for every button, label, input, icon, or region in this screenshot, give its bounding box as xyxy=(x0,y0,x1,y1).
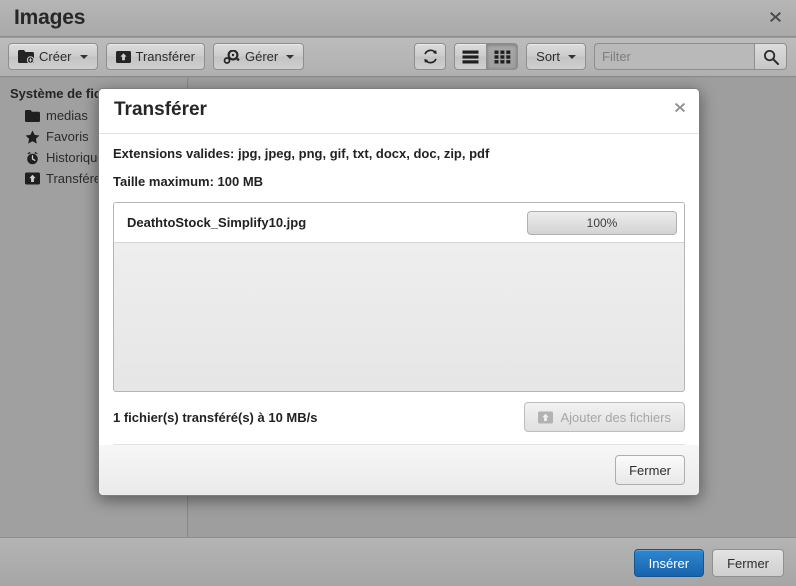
star-icon xyxy=(25,130,40,144)
sidebar-item-label: Transférer xyxy=(46,171,106,186)
folder-icon xyxy=(25,109,40,122)
modal-body: Extensions valides: jpg, jpeg, png, gif,… xyxy=(99,134,699,445)
sidebar-item-label: medias xyxy=(46,108,88,123)
refresh-icon xyxy=(423,49,437,64)
add-files-label: Ajouter des fichiers xyxy=(560,409,671,425)
modal-status-row: 1 fichier(s) transféré(s) à 10 MB/s Ajou… xyxy=(113,402,685,445)
search-icon xyxy=(763,49,779,65)
modal-footer: Fermer xyxy=(99,445,699,495)
create-button-label: Créer xyxy=(39,49,72,64)
modal-close-button[interactable] xyxy=(674,101,686,117)
chevron-down-icon xyxy=(568,54,576,59)
sidebar-item-label: Historique xyxy=(46,150,105,165)
upload-button[interactable]: Transférer xyxy=(105,43,205,70)
list-item: DeathtoStock_Simplify10.jpg 100% xyxy=(114,203,684,243)
gear-icon xyxy=(223,49,240,64)
bottom-actions-group: Insérer Fermer xyxy=(633,549,784,577)
refresh-button[interactable] xyxy=(414,43,447,70)
valid-extensions-note: Extensions valides: jpg, jpeg, png, gif,… xyxy=(113,146,490,161)
search-button[interactable] xyxy=(754,43,787,70)
chevron-down-icon xyxy=(286,54,295,59)
toolbar-right-group: Sort xyxy=(414,43,787,70)
list-view-icon xyxy=(462,50,479,63)
max-size-note: Taille maximum: 100 MB xyxy=(113,174,264,189)
close-icon xyxy=(674,102,686,113)
toolbar-left-group: Créer Transférer Gérer xyxy=(8,43,305,70)
upload-icon xyxy=(115,50,131,63)
modal-header: Transférer xyxy=(99,89,699,134)
sidebar-item-label: Favoris xyxy=(46,129,89,144)
upload-icon xyxy=(25,172,40,185)
create-button[interactable]: Créer xyxy=(8,43,98,70)
add-files-button[interactable]: Ajouter des fichiers xyxy=(524,402,685,432)
view-toggle-group xyxy=(454,43,519,70)
upload-progress-label: 100% xyxy=(586,215,618,230)
sort-button[interactable]: Sort xyxy=(526,43,586,70)
upload-button-label: Transférer xyxy=(135,49,195,64)
insert-button[interactable]: Insérer xyxy=(633,549,705,577)
filter-group xyxy=(594,43,787,70)
file-name: DeathtoStock_Simplify10.jpg xyxy=(127,215,307,230)
chevron-down-icon xyxy=(79,54,88,59)
upload-progress-bar: 100% xyxy=(527,210,677,235)
bottom-actionbar: Insérer Fermer xyxy=(0,537,796,586)
page-title: Images xyxy=(14,6,86,29)
application-window: Images Créer Transférer Gérer Sort Filte… xyxy=(0,0,796,586)
file-list: DeathtoStock_Simplify10.jpg 100% xyxy=(113,202,685,392)
clock-icon xyxy=(26,151,39,164)
sort-button-label: Sort xyxy=(536,49,560,64)
manage-button[interactable]: Gérer xyxy=(213,43,305,70)
modal-title: Transférer xyxy=(114,99,207,120)
window-close-button[interactable] xyxy=(766,10,784,28)
modal-close-action-button[interactable]: Fermer xyxy=(615,455,685,485)
upload-icon xyxy=(538,411,554,423)
transfer-modal: Transférer Extensions valides: jpg, jpeg… xyxy=(98,88,700,496)
manage-button-label: Gérer xyxy=(245,49,279,64)
window-titlebar: Images xyxy=(0,0,796,37)
folder-icon xyxy=(18,49,34,64)
filter-input[interactable] xyxy=(594,43,754,70)
main-toolbar: Créer Transférer Gérer Sort Filter xyxy=(0,38,796,77)
close-icon xyxy=(769,12,781,22)
grid-view-button[interactable] xyxy=(486,43,519,70)
close-button[interactable]: Fermer xyxy=(712,549,784,577)
list-view-button[interactable] xyxy=(454,43,487,70)
transfer-status-text: 1 fichier(s) transféré(s) à 10 MB/s xyxy=(113,409,318,425)
grid-view-icon xyxy=(494,50,510,63)
